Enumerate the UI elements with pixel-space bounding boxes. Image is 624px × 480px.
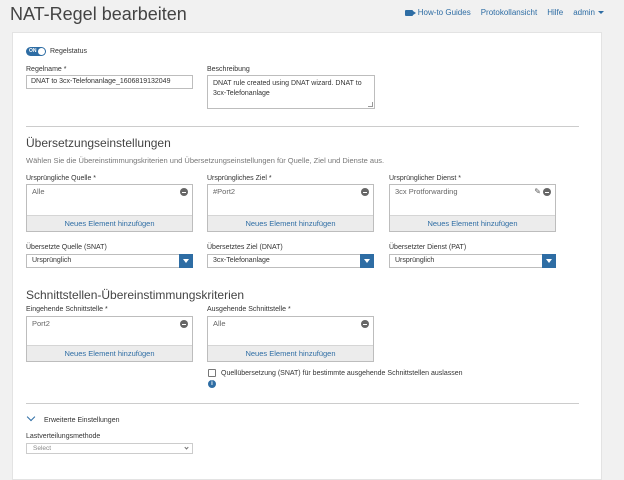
- page-title: NAT-Regel bearbeiten: [10, 4, 187, 24]
- orig-source-list: Alle Neues Element hinzufügen: [26, 184, 193, 232]
- orig-service-add-button[interactable]: Neues Element hinzufügen: [390, 215, 555, 231]
- main-panel: ON Regelstatus Regelname * DNAT to 3cx-T…: [12, 32, 602, 480]
- remove-icon[interactable]: [180, 320, 188, 328]
- rule-name-input[interactable]: DNAT to 3cx-Telefonanlage_1606819132049: [26, 75, 193, 89]
- inbound-label: Eingehende Schnittstelle *: [26, 306, 108, 313]
- snat-select[interactable]: Ursprünglich: [26, 254, 193, 268]
- chevron-down-icon: [184, 445, 189, 450]
- translation-section-title: Übersetzungseinstellungen: [26, 136, 171, 150]
- interfaces-section-title: Schnittstellen-Übereinstimmungskriterien: [26, 288, 245, 302]
- orig-dest-item: #Port2: [213, 187, 236, 196]
- pencil-icon[interactable]: ✎: [534, 187, 541, 196]
- orig-source-item: Alle: [32, 187, 45, 196]
- user-menu[interactable]: admin: [573, 8, 604, 17]
- remove-icon[interactable]: [361, 320, 369, 328]
- orig-source-add-button[interactable]: Neues Element hinzufügen: [27, 215, 192, 231]
- dropdown-arrow-icon[interactable]: [360, 254, 374, 268]
- caret-down-icon: [598, 11, 604, 15]
- orig-dest-label: Ursprüngliches Ziel *: [207, 175, 272, 182]
- orig-dest-add-button[interactable]: Neues Element hinzufügen: [208, 215, 373, 231]
- orig-dest-list: #Port2 Neues Element hinzufügen: [207, 184, 374, 232]
- rule-status-toggle[interactable]: ON: [26, 47, 46, 56]
- remove-icon[interactable]: [543, 188, 551, 196]
- dnat-label: Übersetztes Ziel (DNAT): [207, 244, 283, 251]
- info-icon[interactable]: i: [208, 380, 216, 388]
- skip-snat-checkbox[interactable]: [208, 369, 216, 377]
- divider: [26, 403, 579, 404]
- dnat-select[interactable]: 3cx-Telefonanlage: [207, 254, 374, 268]
- inbound-item: Port2: [32, 319, 50, 328]
- pat-value: Ursprünglich: [395, 257, 435, 264]
- inbound-list: Port2 Neues Element hinzufügen: [26, 316, 193, 362]
- toggle-knob: [38, 48, 45, 55]
- how-to-guides-link[interactable]: How-to Guides: [404, 8, 471, 17]
- video-icon: [404, 9, 416, 16]
- outbound-add-button[interactable]: Neues Element hinzufügen: [208, 345, 373, 361]
- pat-label: Übersetzter Dienst (PAT): [389, 244, 467, 251]
- description-label: Beschreibung: [207, 66, 250, 73]
- orig-service-item: 3cx Protforwarding: [395, 187, 458, 196]
- rule-name-label: Regelname *: [26, 66, 67, 73]
- snat-label: Übersetzte Quelle (SNAT): [26, 244, 107, 251]
- dropdown-arrow-icon[interactable]: [179, 254, 193, 268]
- toggle-on-label: ON: [29, 48, 37, 54]
- skip-snat-label: Quellübersetzung (SNAT) für bestimmte au…: [221, 370, 463, 377]
- dropdown-arrow-icon[interactable]: [542, 254, 556, 268]
- help-link[interactable]: Hilfe: [547, 8, 563, 17]
- log-view-link[interactable]: Protokollansicht: [481, 8, 537, 17]
- pat-select[interactable]: Ursprünglich: [389, 254, 556, 268]
- description-text: DNAT rule created using DNAT wizard. DNA…: [213, 80, 362, 97]
- description-textarea[interactable]: DNAT rule created using DNAT wizard. DNA…: [207, 75, 375, 109]
- translation-section-subtitle: Wählen Sie die Übereinstimmungskriterien…: [26, 156, 385, 165]
- resize-handle-icon[interactable]: [368, 102, 373, 107]
- load-balancing-label: Lastverteilungsmethode: [26, 433, 101, 440]
- top-bar: NAT-Regel bearbeiten How-to Guides Proto…: [0, 0, 624, 30]
- dnat-value: 3cx-Telefonanlage: [213, 257, 270, 264]
- inbound-add-button[interactable]: Neues Element hinzufügen: [27, 345, 192, 361]
- orig-source-label: Ursprüngliche Quelle *: [26, 175, 97, 182]
- load-balancing-placeholder: Select: [33, 445, 52, 452]
- divider: [26, 126, 579, 127]
- orig-service-list: 3cx Protforwarding ✎ Neues Element hinzu…: [389, 184, 556, 232]
- remove-icon[interactable]: [180, 188, 188, 196]
- outbound-list: Alle Neues Element hinzufügen: [207, 316, 374, 362]
- snat-value: Ursprünglich: [32, 257, 72, 264]
- outbound-item: Alle: [213, 319, 226, 328]
- load-balancing-select[interactable]: Select: [26, 443, 193, 454]
- rule-status-label: Regelstatus: [50, 48, 87, 55]
- advanced-settings-toggle[interactable]: Erweiterte Einstellungen: [44, 417, 120, 424]
- orig-service-label: Ursprünglicher Dienst *: [389, 175, 461, 182]
- chevron-down-icon[interactable]: [26, 412, 36, 422]
- remove-icon[interactable]: [361, 188, 369, 196]
- top-links: How-to Guides Protokollansicht Hilfe adm…: [404, 8, 604, 17]
- outbound-label: Ausgehende Schnittstelle *: [207, 306, 291, 313]
